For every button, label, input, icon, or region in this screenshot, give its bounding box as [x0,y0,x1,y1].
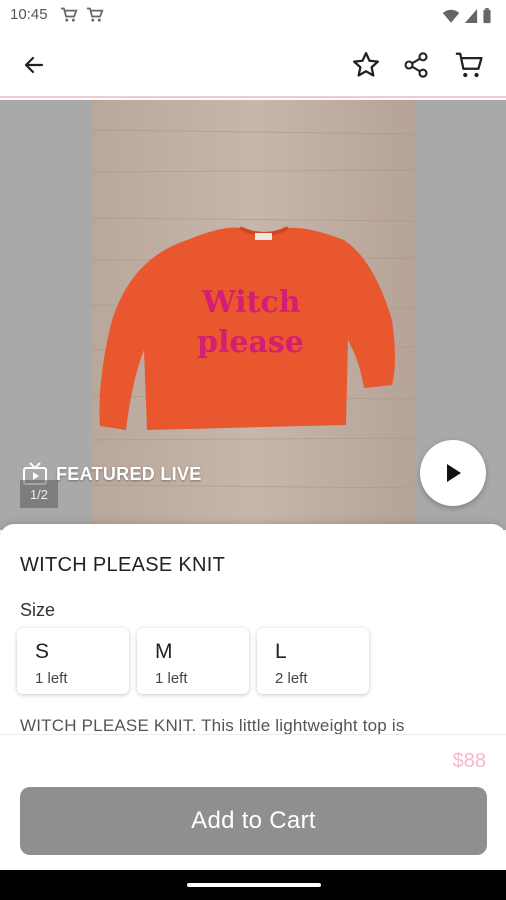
featured-live-label: FEATURED LIVE [56,463,202,484]
sweater-text-line1: Witch [201,285,301,320]
status-time: 10:45 [10,6,48,23]
back-arrow-icon [24,56,44,74]
favorite-button[interactable] [346,45,386,85]
app-bar [0,32,506,98]
home-indicator[interactable] [187,883,321,887]
size-option-l[interactable]: L 2 left [257,628,369,694]
product-details-sheet: WITCH PLEASE KNIT Size S 1 left M 1 left… [0,524,506,870]
divider [0,734,506,735]
image-counter: 1/2 [20,480,58,508]
battery-icon [483,8,491,24]
add-to-cart-button[interactable]: Add to Cart [20,787,487,855]
share-icon [404,52,428,78]
status-notification-icons [60,7,104,23]
cart-notification-icon [87,7,104,22]
share-button[interactable] [396,45,436,85]
back-button[interactable] [14,45,54,85]
size-name: S [35,640,50,663]
cart-button[interactable] [449,45,489,85]
size-stock: 1 left [35,670,68,687]
system-nav-bar [0,870,506,900]
product-title: WITCH PLEASE KNIT [20,554,226,576]
product-description: WITCH PLEASE KNIT. This little lightweig… [20,716,405,735]
size-option-m[interactable]: M 1 left [137,628,249,694]
size-option-s[interactable]: S 1 left [17,628,129,694]
status-system-icons [442,8,492,24]
size-name: L [275,640,287,663]
product-price: $88 [452,750,486,772]
cart-icon [455,52,483,78]
size-label: Size [20,600,56,620]
play-video-button[interactable] [420,440,486,506]
play-icon [447,464,461,482]
status-bar: 10:45 [0,0,506,32]
size-name: M [155,640,173,663]
size-stock: 2 left [275,670,308,687]
size-stock: 1 left [155,670,188,687]
product-media[interactable]: Witch please FEATURED LIVE 1/2 [0,100,506,530]
star-icon [353,52,379,77]
wifi-icon [442,9,460,23]
sweater-text-line2: please [197,325,304,360]
signal-icon [464,9,478,23]
cart-notification-icon [61,7,78,22]
